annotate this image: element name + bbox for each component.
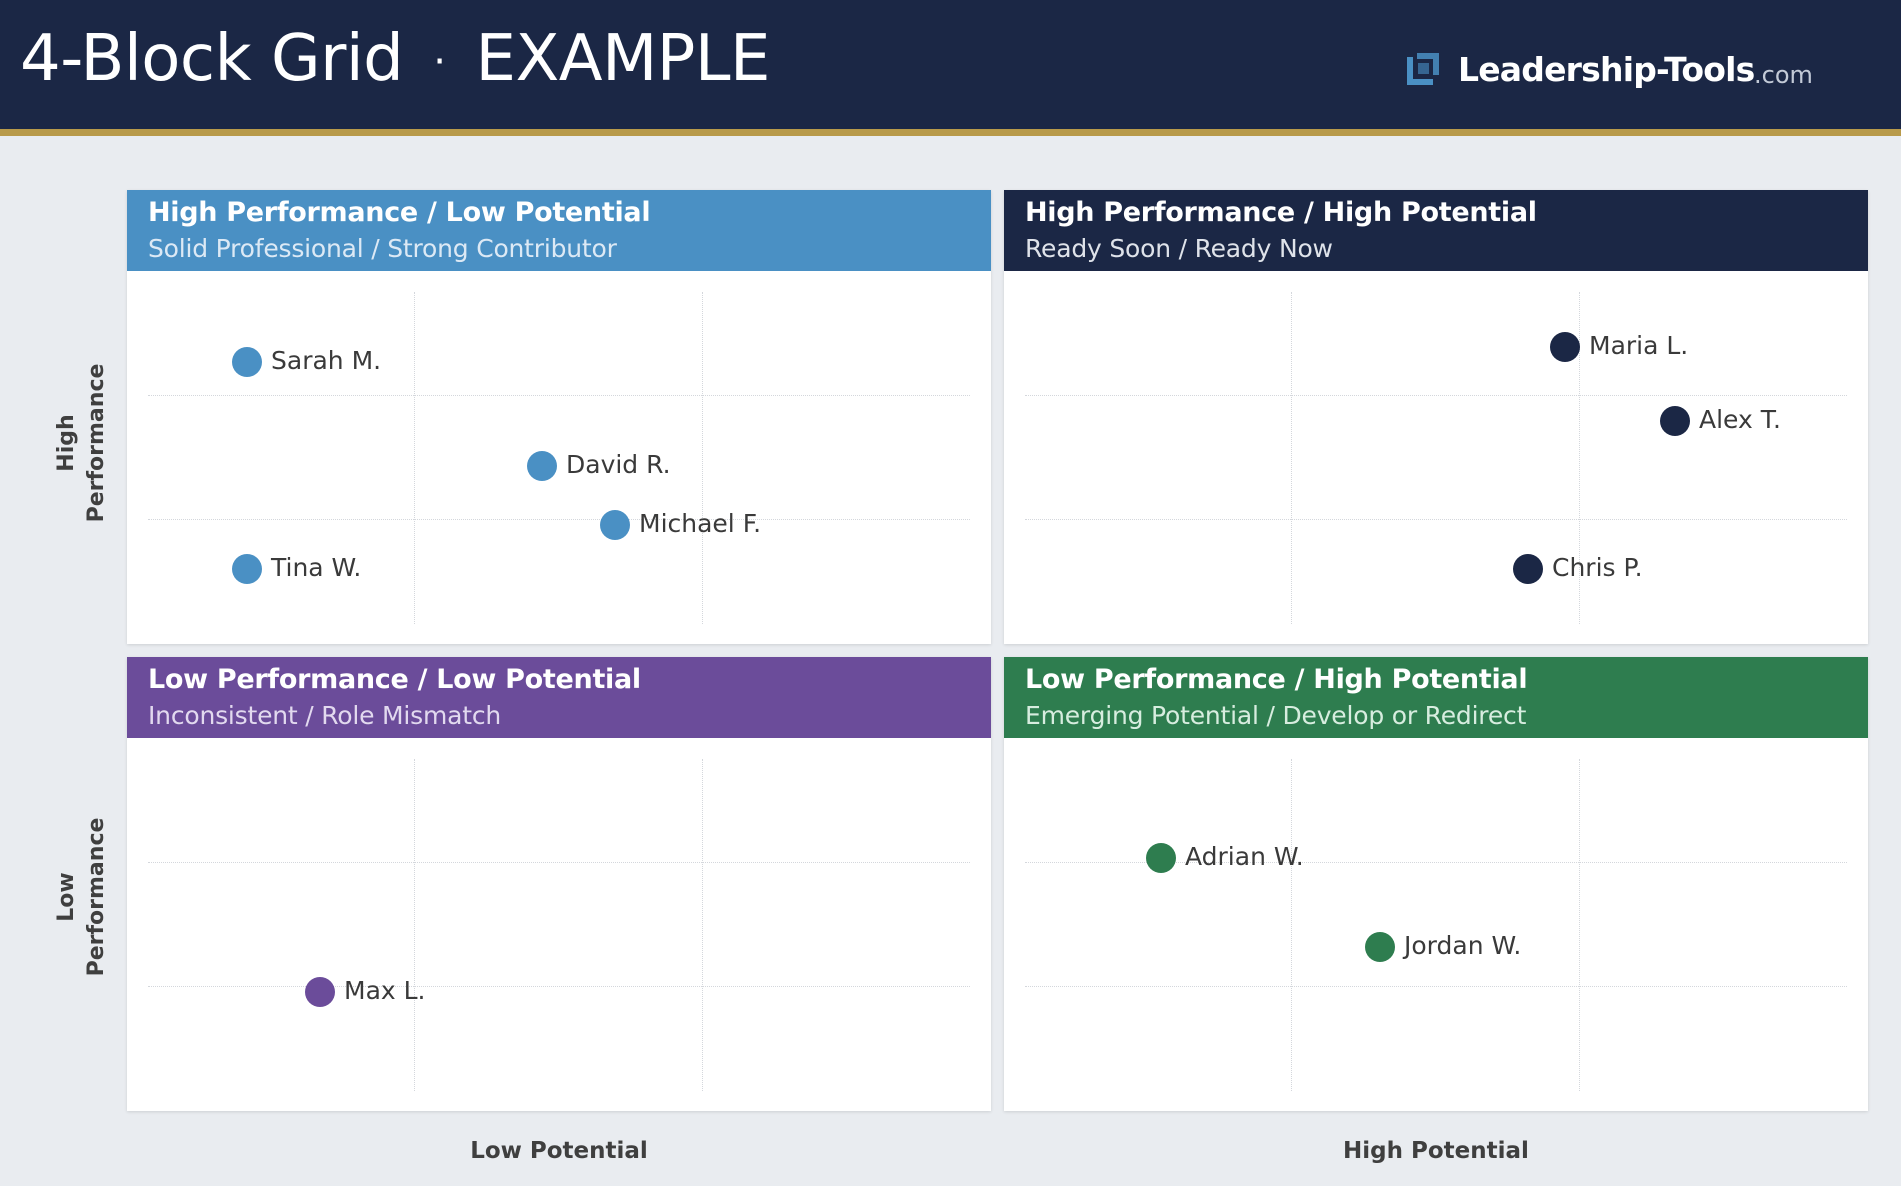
quadrant-header: High Performance / Low Potential Solid P…: [127, 190, 991, 271]
grid-line: [1291, 292, 1292, 624]
quadrant-header: High Performance / High Potential Ready …: [1004, 190, 1868, 271]
quadrant-title: High Performance / High Potential: [1025, 197, 1537, 228]
quadrant-subtitle: Ready Soon / Ready Now: [1025, 234, 1333, 263]
y-axis-low-line1: Low: [54, 872, 79, 922]
quadrant-high-performance-low-potential: High Performance / Low Potential Solid P…: [127, 190, 991, 644]
quadrant-title: High Performance / Low Potential: [148, 197, 651, 228]
person-dot[interactable]: [1660, 406, 1690, 436]
quadrant-subtitle: Emerging Potential / Develop or Redirect: [1025, 701, 1527, 730]
person-dot[interactable]: [232, 347, 262, 377]
y-axis-high-line2: Performance: [84, 363, 109, 523]
title-separator: ·: [433, 39, 446, 86]
person-dot[interactable]: [232, 554, 262, 584]
person-dot[interactable]: [527, 451, 557, 481]
page-header: 4-Block Grid · EXAMPLE Leadership-Tools .c…: [0, 0, 1901, 136]
grid-line: [414, 759, 415, 1091]
y-axis-label-high: High Performance: [52, 358, 112, 528]
quadrant-subtitle: Solid Professional / Strong Contributor: [148, 234, 617, 263]
person-dot[interactable]: [1550, 332, 1580, 362]
quadrant-title: Low Performance / High Potential: [1025, 664, 1528, 695]
person-dot[interactable]: [305, 977, 335, 1007]
quadrant-subtitle: Inconsistent / Role Mismatch: [148, 701, 502, 730]
person-name: Adrian W.: [1185, 842, 1304, 871]
person-dot[interactable]: [600, 510, 630, 540]
grid-line: [1025, 519, 1847, 520]
y-axis-low-line2: Performance: [84, 817, 109, 977]
grid-line: [702, 759, 703, 1091]
person-name: Maria L.: [1589, 331, 1689, 360]
grid-line: [148, 986, 970, 987]
y-axis-high-line1: High: [54, 414, 79, 472]
title-main: 4-Block Grid: [20, 22, 404, 96]
grid-line: [1579, 759, 1580, 1091]
quadrant-title: Low Performance / Low Potential: [148, 664, 641, 695]
person-name: Chris P.: [1552, 553, 1643, 582]
quadrant-high-performance-high-potential: High Performance / High Potential Ready …: [1004, 190, 1868, 644]
title-subtitle: EXAMPLE: [475, 22, 771, 96]
person-name: Alex T.: [1699, 405, 1781, 434]
logo-name: Leadership-Tools: [1458, 50, 1755, 89]
person-name: David R.: [566, 450, 671, 479]
page-title: 4-Block Grid · EXAMPLE: [20, 22, 770, 96]
grid-line: [148, 395, 970, 396]
quadrant-header: Low Performance / Low Potential Inconsis…: [127, 657, 991, 738]
person-name: Max L.: [344, 976, 426, 1005]
grid-line: [1025, 395, 1847, 396]
person-dot[interactable]: [1513, 554, 1543, 584]
x-axis-label-low: Low Potential: [470, 1138, 648, 1164]
grid-line: [148, 519, 970, 520]
leadership-tools-logo-icon: [1407, 53, 1439, 85]
grid-line: [414, 292, 415, 624]
y-axis-label-low: Low Performance: [52, 812, 112, 982]
person-name: Sarah M.: [271, 346, 382, 375]
grid-line: [702, 292, 703, 624]
grid-line: [1025, 986, 1847, 987]
x-axis-label-high: High Potential: [1343, 1138, 1529, 1164]
grid-line: [148, 862, 970, 863]
logo-domain: .com: [1754, 61, 1813, 89]
quadrant-low-performance-low-potential: Low Performance / Low Potential Inconsis…: [127, 657, 991, 1111]
quadrant-low-performance-high-potential: Low Performance / High Potential Emergin…: [1004, 657, 1868, 1111]
grid-line: [1291, 759, 1292, 1091]
person-name: Jordan W.: [1404, 931, 1522, 960]
person-dot[interactable]: [1146, 843, 1176, 873]
quadrant-header: Low Performance / High Potential Emergin…: [1004, 657, 1868, 738]
person-dot[interactable]: [1365, 932, 1395, 962]
person-name: Tina W.: [271, 553, 362, 582]
person-name: Michael F.: [639, 509, 762, 538]
